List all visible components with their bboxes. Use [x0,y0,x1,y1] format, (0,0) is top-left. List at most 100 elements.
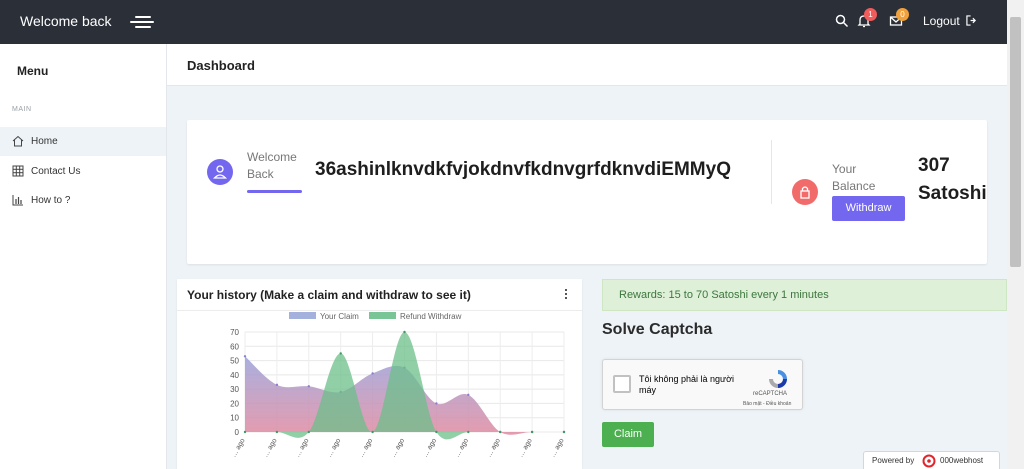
balance-unit: Satoshi [918,183,987,204]
username: 36ashinlknvdkfvjokdnvfkdnvgrfdknvdiEMMyQ [315,159,731,180]
chart-data-point [275,383,279,387]
recaptcha-brand: reCAPTCHA [753,391,788,397]
chart-x-tick-label: … ago [294,437,310,458]
recaptcha-checkbox[interactable] [613,375,631,393]
chart-legend-swatch [369,312,396,319]
chart-data-point [243,355,247,358]
chart-data-point [275,430,279,434]
card-divider [771,140,772,204]
chart-x-tick-label: … ago [326,437,342,458]
claim-button[interactable]: Claim [602,422,654,447]
search-icon[interactable] [835,14,849,28]
chart-legend-label: Refund Withdraw [400,312,462,321]
balance-value: 307 [918,155,950,176]
welcome-underline [247,190,302,193]
chart-x-tick-label: … ago [262,437,278,458]
chart-data-point [307,385,310,388]
rewards-alert: Rewards: 15 to 70 Satoshi every 1 minute… [602,279,1007,311]
chart-x-tick-label: … ago [549,437,565,458]
sidebar-title: Menu [17,64,49,78]
chart-x-tick-label: … ago [454,437,470,458]
chart-data-point [403,330,406,334]
chart-data-point [435,430,438,434]
balance-label: Your Balance [832,162,876,193]
messages-button[interactable]: 0 [889,8,909,28]
chart-data-point [435,402,438,405]
scrollbar-thumb[interactable] [1010,17,1021,267]
logout-link[interactable]: Logout [923,14,977,28]
rewards-text: Rewards: 15 to 70 Satoshi every 1 minute… [619,289,829,301]
sidebar-item-label: Contact Us [31,166,81,177]
chart-data-point [467,393,470,397]
recaptcha-label: Tôi không phải là người máy [639,374,734,395]
chart-y-tick-label: 70 [230,328,239,337]
logout-label: Logout [923,14,960,28]
user-icon [213,165,227,179]
page-scrollbar[interactable] [1007,0,1024,469]
notifications-button[interactable]: 1 [857,8,877,28]
history-card: Your history (Make a claim and withdraw … [177,279,582,469]
recaptcha-logo-icon [769,370,787,388]
user-avatar [207,159,233,185]
chart-data-point [530,430,534,434]
page-title: Dashboard [187,58,255,73]
chart-y-tick-label: 40 [230,371,239,380]
brand-title: Welcome back [20,13,112,29]
powered-by-label: Powered by [872,456,915,465]
balance-avatar [792,179,818,205]
lock-icon [800,186,810,199]
bar-chart-icon [12,195,23,206]
chart-data-point [339,352,342,355]
chart-legend-label: Your Claim [320,312,359,321]
chart-x-tick-label: … ago [517,437,533,458]
chart-x-tick-label: … ago [358,437,374,458]
chart-data-point [243,430,247,434]
chart-x-tick-label: … ago [230,437,246,458]
chart-y-tick-label: 60 [230,342,239,351]
history-title: Your history (Make a claim and withdraw … [187,288,471,302]
page-header: Dashboard [167,44,1007,86]
chart-y-tick-label: 0 [235,428,240,437]
recaptcha-widget: Tôi không phải là người máy reCAPTCHA Bả… [602,359,803,410]
history-chart: 0 10 20 30 40 50 60 70 … ago … ago … ago … ago … ago… [230,312,566,459]
recaptcha-links[interactable]: Bảo mật - Điều khoản [743,401,791,407]
chart-x-tick-label: … ago [390,437,406,458]
chart-data-point [307,430,310,434]
chart-y-tick-label: 50 [230,357,239,366]
captcha-title: Solve Captcha [602,321,713,338]
chart-data-point [467,430,470,434]
balance-amount: 307 Satoshi [918,152,987,208]
hamburger-menu-icon[interactable] [130,15,154,29]
welcome-label: Welcome Back [247,150,297,181]
chart-x-tick-label: … ago [422,437,438,458]
sidebar-item-contact-us[interactable]: Contact Us [0,157,166,186]
grid-icon [12,165,24,177]
withdraw-button[interactable]: Withdraw [832,196,905,221]
sidebar-item-label: How to ? [31,195,71,206]
sidebar: Menu MAIN Home Contact Us How to ? [0,44,167,469]
chart-data-point [371,430,374,434]
home-icon [12,135,24,147]
chart-x-tick-label: … ago [486,437,502,458]
more-options-icon[interactable] [564,289,568,301]
sidebar-item-label: Home [31,136,58,147]
powered-by-badge[interactable]: Powered by 000webhost [863,451,1000,469]
sidebar-section-label: MAIN [12,106,32,113]
top-navbar: Welcome back 1 0 Logout [0,0,1007,44]
chart-y-tick-label: 10 [230,414,239,423]
history-header: Your history (Make a claim and withdraw … [177,279,582,311]
chart-legend-swatch [289,312,316,319]
webhost-name: 000webhost [940,456,984,465]
notification-badge: 1 [864,8,877,21]
chart-y-tick-label: 20 [230,399,239,408]
message-badge: 0 [896,8,909,21]
sidebar-item-how-to[interactable]: How to ? [0,186,166,215]
chart-data-point [499,430,502,434]
sidebar-item-home[interactable]: Home [0,127,166,156]
chart-data-point [371,372,374,375]
webhost-logo-icon [922,454,936,468]
welcome-card: Welcome Back 36ashinlknvdkfvjokdnvfkdnvg… [187,120,987,264]
logout-icon [966,15,977,26]
chart-y-tick-label: 30 [230,385,239,394]
chart-data-point [562,430,566,434]
